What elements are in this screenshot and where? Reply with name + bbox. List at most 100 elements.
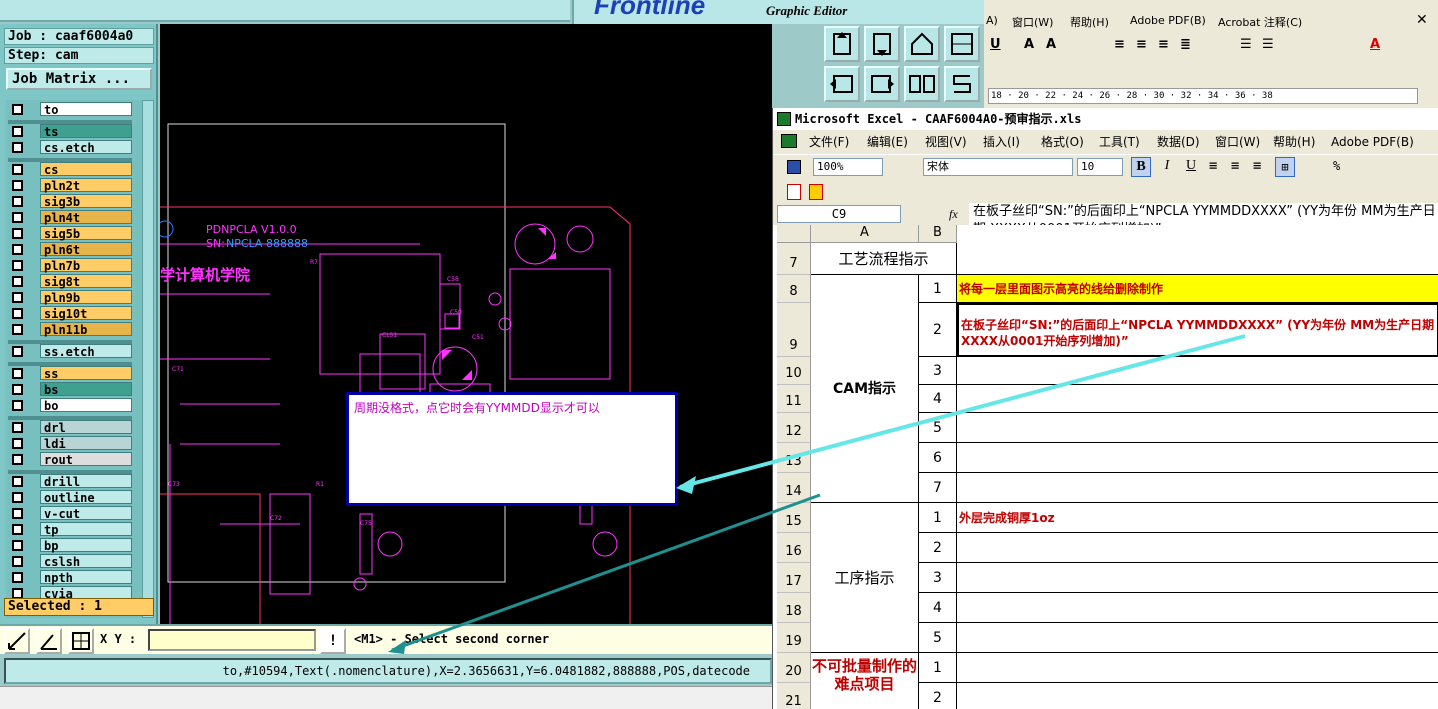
row-header[interactable]: 11 xyxy=(777,385,811,413)
layer-checkbox[interactable] xyxy=(12,276,23,287)
layer-checkbox[interactable] xyxy=(12,292,23,303)
layer-row[interactable]: v-cut xyxy=(8,506,132,521)
cell-c15[interactable]: 外层完成铜厚1oz xyxy=(957,503,1438,533)
move-down-button[interactable] xyxy=(864,26,900,62)
layer-checkbox[interactable] xyxy=(12,508,23,519)
layer-name[interactable]: ss.etch xyxy=(40,344,132,359)
layer-checkbox[interactable] xyxy=(12,180,23,191)
c-cell[interactable] xyxy=(957,593,1438,623)
row-header[interactable]: 13 xyxy=(777,443,811,473)
c-cell[interactable] xyxy=(957,653,1438,683)
row-header[interactable]: 17 xyxy=(777,563,811,593)
layer-list[interactable]: to ts cs.etch cs pln2t sig3b pln4t sig5b pln6t pl… xyxy=(6,100,146,618)
layer-name[interactable]: ldi xyxy=(40,436,132,451)
excel-menu-item[interactable]: 数据(D) xyxy=(1157,132,1200,152)
save-icon[interactable] xyxy=(787,160,801,174)
c-cell[interactable] xyxy=(957,385,1438,413)
cell-c9[interactable]: 在板子丝印“SN:”的后面印上“NPCLA YYMMDDXXXX” (YY为年份… xyxy=(957,303,1438,357)
excel-menu-item[interactable]: 插入(I) xyxy=(983,132,1020,152)
row-number-cell[interactable]: 3 xyxy=(919,563,957,593)
spreadsheet-grid[interactable]: A B 7 8 9 10 11 12 13 14 15 16 17 18 19 20 21 工艺流程指示 CA… xyxy=(773,225,1438,709)
align-left-icon[interactable]: ≡ xyxy=(1114,37,1125,52)
section-flow[interactable]: 工艺流程指示 xyxy=(811,243,957,275)
excel-menu-item[interactable]: 帮助(H) xyxy=(1273,132,1315,152)
graphic-canvas[interactable]: PDNPCLA V1.0.0 SN: NPCLA 888888 学计算机学院 C… xyxy=(160,24,772,624)
row-number-cell[interactable]: 7 xyxy=(919,473,957,503)
layer-name[interactable]: cs xyxy=(40,162,132,177)
pdf-mail-icon[interactable] xyxy=(809,184,823,200)
layer-checkbox[interactable] xyxy=(12,212,23,223)
layer-row[interactable]: drill xyxy=(8,474,132,489)
layer-row[interactable]: pln4t xyxy=(8,210,132,225)
angle-button[interactable] xyxy=(36,628,62,654)
name-box[interactable]: C9 xyxy=(777,205,901,223)
layer-checkbox[interactable] xyxy=(12,324,23,335)
excel-menu-item[interactable]: 视图(V) xyxy=(925,132,967,152)
layer-checkbox[interactable] xyxy=(12,196,23,207)
layer-checkbox[interactable] xyxy=(12,164,23,175)
layer-checkbox[interactable] xyxy=(12,492,23,503)
font-name-combo[interactable]: 宋体 xyxy=(923,158,1073,176)
layer-checkbox[interactable] xyxy=(12,260,23,271)
row-number-cell[interactable]: 4 xyxy=(919,593,957,623)
font-size-combo[interactable]: 10 xyxy=(1077,158,1123,176)
word-menu-item[interactable]: Adobe PDF(B) xyxy=(1130,14,1206,27)
row-header[interactable]: 8 xyxy=(777,275,811,303)
section-hard[interactable]: 不可批量制作的难点项目 xyxy=(811,653,919,709)
row-number-cell[interactable]: 3 xyxy=(919,357,957,385)
layer-name[interactable]: cslsh xyxy=(40,554,132,569)
layer-checkbox[interactable] xyxy=(12,556,23,567)
layer-name[interactable]: bp xyxy=(40,538,132,553)
layer-row[interactable]: pln6t xyxy=(8,242,132,257)
layer-row[interactable]: pln9b xyxy=(8,290,132,305)
layer-checkbox[interactable] xyxy=(12,422,23,433)
layer-checkbox[interactable] xyxy=(12,244,23,255)
layer-name[interactable]: pln2t xyxy=(40,178,132,193)
italic-icon[interactable]: I xyxy=(1157,157,1177,177)
layer-name[interactable]: v-cut xyxy=(40,506,132,521)
layer-checkbox[interactable] xyxy=(12,524,23,535)
layer-row[interactable]: tp xyxy=(8,522,132,537)
alert-button[interactable]: ! xyxy=(320,628,346,654)
layer-name[interactable]: pln6t xyxy=(40,242,132,257)
layer-name[interactable]: tp xyxy=(40,522,132,537)
word-menu-item[interactable]: 窗口(W) xyxy=(1012,14,1053,30)
layer-name[interactable]: bo xyxy=(40,398,132,413)
layer-row[interactable]: ss.etch xyxy=(8,344,132,359)
layer-list-scrollbar[interactable] xyxy=(142,100,154,618)
layer-row[interactable]: pln7b xyxy=(8,258,132,273)
excel-menu-item[interactable]: Adobe PDF(B) xyxy=(1331,132,1414,152)
layer-row[interactable]: ss xyxy=(8,366,132,381)
layer-name[interactable]: sig3b xyxy=(40,194,132,209)
layer-name[interactable]: pln4t xyxy=(40,210,132,225)
xy-input[interactable] xyxy=(148,629,316,651)
align-left-icon[interactable]: ≡ xyxy=(1209,158,1217,174)
layer-checkbox[interactable] xyxy=(12,454,23,465)
layer-checkbox[interactable] xyxy=(12,368,23,379)
c-cell[interactable] xyxy=(957,563,1438,593)
layer-checkbox[interactable] xyxy=(12,346,23,357)
move-right-button[interactable] xyxy=(864,66,900,102)
layer-name[interactable]: bs xyxy=(40,382,132,397)
char-shading-icon[interactable]: A xyxy=(1046,37,1056,52)
layer-checkbox[interactable] xyxy=(12,400,23,411)
word-menu-item[interactable]: 帮助(H) xyxy=(1070,14,1109,30)
row-number-cell[interactable]: 2 xyxy=(919,533,957,563)
row-header[interactable]: 12 xyxy=(777,413,811,443)
flip-button[interactable] xyxy=(904,66,940,102)
layer-checkbox[interactable] xyxy=(12,228,23,239)
layer-row[interactable]: bo xyxy=(8,398,132,413)
row-header[interactable]: 7 xyxy=(777,243,811,275)
c-cell[interactable] xyxy=(957,357,1438,385)
excel-menu-item[interactable]: 格式(O) xyxy=(1041,132,1084,152)
layer-checkbox[interactable] xyxy=(12,476,23,487)
layer-name[interactable]: rout xyxy=(40,452,132,467)
row-header[interactable]: 9 xyxy=(777,303,811,357)
section-process[interactable]: 工序指示 xyxy=(811,503,919,653)
zoom-combo[interactable]: 100% xyxy=(813,158,883,176)
layer-checkbox[interactable] xyxy=(12,308,23,319)
row-header[interactable]: 15 xyxy=(777,503,811,533)
layer-row[interactable]: pln2t xyxy=(8,178,132,193)
layer-row[interactable]: cslsh xyxy=(8,554,132,569)
excel-menu-item[interactable]: 文件(F) xyxy=(809,132,849,152)
